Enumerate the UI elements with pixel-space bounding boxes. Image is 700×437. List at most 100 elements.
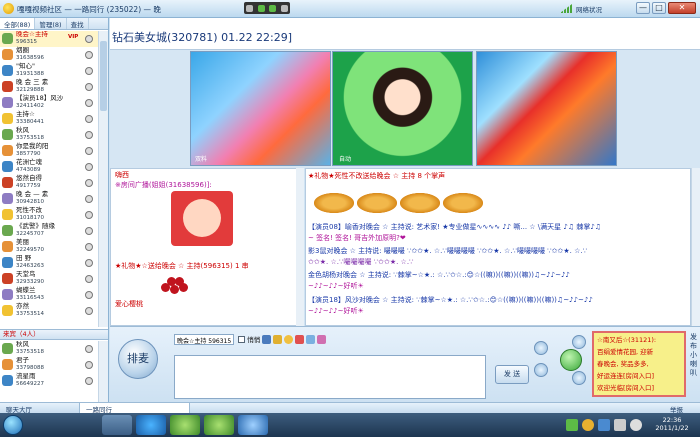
guest-scrollbar[interactable]	[98, 341, 108, 402]
tab-admin[interactable]: 管理(8)	[35, 18, 67, 29]
member-list[interactable]: 晚会☆主持 596315 VIP 烟圈 31638596 "知心" 31931388 晚 会 …	[0, 31, 98, 327]
member-row[interactable]: 秋风 33753518	[0, 127, 98, 143]
notice-line[interactable]: 好运连连[房间入口]	[597, 370, 654, 380]
publish-horn-button[interactable]: 发布小喇叭	[690, 333, 699, 378]
left-chat-scrollbar[interactable]	[296, 168, 304, 326]
camera-icon[interactable]	[85, 131, 93, 139]
member-row[interactable]: 蝴蝶兰 33116543	[0, 287, 98, 303]
member-row[interactable]: 花洲亡魂 4743089	[0, 159, 98, 175]
taskbar-app[interactable]	[102, 415, 132, 435]
camera-icon[interactable]	[85, 35, 93, 43]
camera-icon[interactable]	[572, 371, 586, 385]
public-chat-right[interactable]: ★礼物★死性不改送给晚会 ☆ 主持 8 个掌声 【演员08】喻香对晚会 ☆ 主持…	[305, 168, 691, 326]
maximize-button[interactable]: □	[652, 2, 666, 14]
member-row[interactable]: 美丽 32249570	[0, 239, 98, 255]
camera-icon[interactable]	[85, 211, 93, 219]
camera-icon[interactable]	[85, 51, 93, 59]
network-status[interactable]: 网络状况	[576, 4, 602, 14]
camera-icon[interactable]	[85, 99, 93, 107]
camera-icon[interactable]	[85, 345, 93, 353]
tab-search[interactable]: 查找	[67, 18, 89, 29]
music-icon[interactable]	[534, 363, 548, 377]
guests-header[interactable]: 来宾（4人）	[0, 329, 108, 340]
close-button[interactable]: ✕	[668, 2, 696, 14]
public-chat-left[interactable]: 嗨西 ※房间广播(姐姐(31638596)]: ★礼物★☆送给晚会 ☆ 主持(5…	[110, 168, 304, 326]
queue-mic-button[interactable]: 排麦	[118, 339, 158, 379]
member-row[interactable]: 《武警》随缘 32245707	[0, 223, 98, 239]
camera-icon[interactable]	[85, 227, 93, 235]
notice-line[interactable]: 欢迎光临[房间入口]	[597, 382, 654, 392]
start-icon[interactable]	[3, 415, 23, 435]
camera-icon[interactable]	[85, 361, 93, 369]
sogou-icon[interactable]	[238, 415, 268, 435]
tray-icon[interactable]	[598, 419, 610, 431]
tray-icon[interactable]	[566, 419, 578, 431]
font-icon[interactable]	[262, 334, 272, 344]
member-row[interactable]: 悠然自得 4917759	[0, 175, 98, 191]
network-icon[interactable]	[614, 419, 626, 431]
right-chat-scrollbar[interactable]	[691, 168, 700, 326]
member-row[interactable]: 天堂鸟 32933290	[0, 271, 98, 287]
emoji-icon[interactable]	[284, 334, 294, 344]
edit-icon[interactable]	[560, 349, 582, 371]
image-icon[interactable]	[306, 334, 316, 344]
gift-icon[interactable]	[295, 334, 305, 344]
member-row[interactable]: 田 野 32463263	[0, 255, 98, 271]
shop-icon[interactable]	[572, 335, 586, 349]
member-id: 32129888	[16, 87, 44, 93]
camera-icon[interactable]	[85, 377, 93, 385]
video-icon[interactable]	[269, 4, 277, 12]
member-row[interactable]: "知心" 31931388	[0, 63, 98, 79]
ie-icon[interactable]	[136, 415, 166, 435]
member-row[interactable]: 秋风 33753518	[0, 341, 98, 357]
scroll-thumb[interactable]	[100, 41, 107, 111]
frog-app-icon[interactable]	[170, 415, 200, 435]
tab-all[interactable]: 全部(88)	[0, 18, 36, 29]
video-window-3[interactable]	[476, 51, 617, 166]
recipient-select[interactable]: 晚会☆主持 596315	[174, 333, 235, 345]
frog-app-icon[interactable]	[204, 415, 234, 435]
clock[interactable]: 22:36 2011/1/22	[652, 416, 692, 432]
member-scrollbar[interactable]	[98, 31, 108, 327]
camera-icon[interactable]	[85, 163, 93, 171]
camera-icon[interactable]	[85, 83, 93, 91]
member-row[interactable]: 烟圈 31638596	[0, 47, 98, 63]
member-name: 你是我的阳	[16, 142, 49, 150]
camera-icon[interactable]	[85, 275, 93, 283]
camera-icon[interactable]	[85, 147, 93, 155]
guest-list[interactable]: 秋风 33753518 君子 33798088 流星雨 56649227	[0, 341, 98, 402]
member-row[interactable]: 【演员18】风沙 32411402	[0, 95, 98, 111]
camera-icon[interactable]	[85, 115, 93, 123]
member-row[interactable]: 君子 33798088	[0, 357, 98, 373]
tray-icon[interactable]	[582, 419, 594, 431]
private-checkbox[interactable]	[238, 335, 246, 343]
camera-icon[interactable]	[85, 243, 93, 251]
camera-icon[interactable]	[85, 67, 93, 75]
minimize-button[interactable]: —	[636, 2, 650, 14]
member-row[interactable]: 流星雨 56649227	[0, 373, 98, 389]
ctrl-icon[interactable]	[246, 4, 254, 12]
video-window-1[interactable]: 双料	[190, 51, 331, 166]
ctrl-icon[interactable]	[280, 4, 288, 12]
member-row[interactable]: 晚 会 三 素 32129888	[0, 79, 98, 95]
volume-icon[interactable]	[630, 419, 642, 431]
color-icon[interactable]	[273, 334, 283, 344]
flower-icon[interactable]	[317, 334, 327, 344]
camera-icon[interactable]	[85, 195, 93, 203]
camera-icon[interactable]	[85, 259, 93, 267]
camera-icon[interactable]	[85, 291, 93, 299]
member-row[interactable]: 晚 会 — 素 30942810	[0, 191, 98, 207]
audio-icon[interactable]	[257, 4, 265, 12]
member-row[interactable]: 亦然 33753514	[0, 303, 98, 319]
video-window-2[interactable]: 自动	[332, 51, 473, 166]
member-row[interactable]: 死性不改 31018170	[0, 207, 98, 223]
member-row[interactable]: 晚会☆主持 596315 VIP	[0, 31, 98, 47]
camera-icon[interactable]	[85, 307, 93, 315]
settings-icon[interactable]	[534, 341, 548, 355]
member-row[interactable]: 你是我的阳 3857790	[0, 143, 98, 159]
video-control-strip[interactable]	[244, 2, 290, 14]
member-row[interactable]: 主持☆ 33380441	[0, 111, 98, 127]
camera-icon[interactable]	[85, 179, 93, 187]
message-input[interactable]	[174, 355, 486, 399]
send-button[interactable]: 发 送	[495, 365, 529, 384]
